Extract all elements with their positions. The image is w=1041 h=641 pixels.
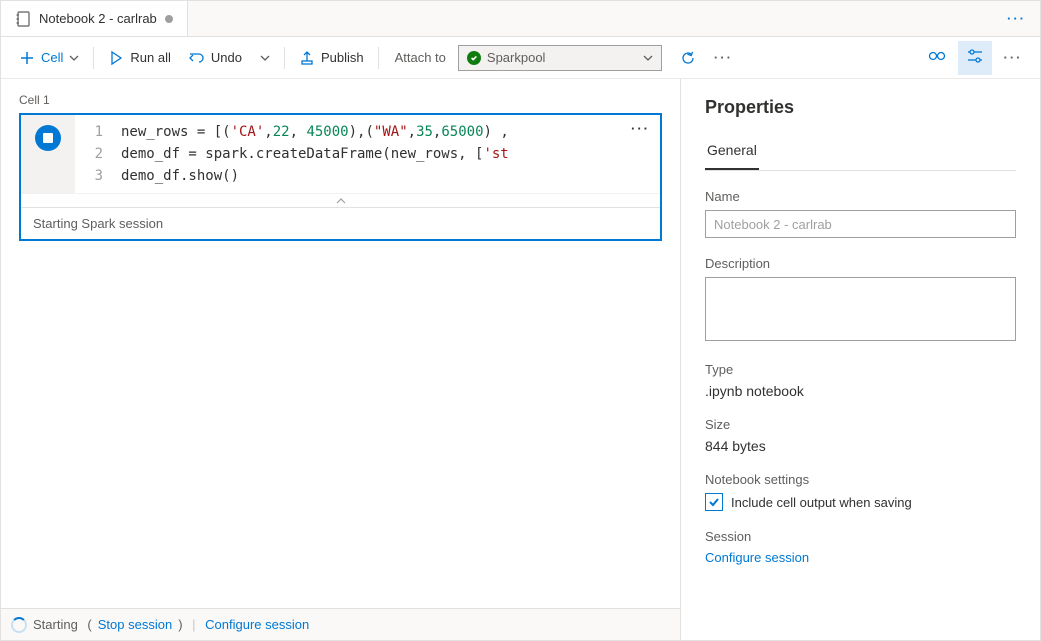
cell-label: Cell 1 xyxy=(19,93,662,107)
properties-configure-session-link[interactable]: Configure session xyxy=(705,550,809,565)
chevron-down-icon xyxy=(643,53,653,63)
sliders-icon xyxy=(965,46,985,69)
cell-status: Starting Spark session xyxy=(21,207,660,239)
attach-to-label: Attach to xyxy=(385,50,456,65)
undo-dropdown[interactable] xyxy=(252,48,278,68)
publish-icon xyxy=(299,50,315,66)
tab-title: Notebook 2 - carlrab xyxy=(39,11,157,26)
variables-button[interactable] xyxy=(920,41,954,75)
code-text[interactable]: demo_df.show() xyxy=(121,165,239,187)
code-cell[interactable]: 1new_rows = [('CA',22, 45000),("WA",35,6… xyxy=(19,113,662,241)
description-input[interactable] xyxy=(705,277,1016,341)
chevron-down-icon xyxy=(260,53,270,63)
properties-panel: Properties General Name Description Type… xyxy=(680,79,1040,640)
status-ok-icon xyxy=(467,51,481,65)
chevron-up-icon xyxy=(336,198,346,204)
refresh-button[interactable] xyxy=(672,45,704,71)
notebook-icon xyxy=(15,11,31,27)
ellipsis-icon: ··· xyxy=(1004,50,1023,65)
line-number: 3 xyxy=(75,165,121,187)
size-value: 844 bytes xyxy=(705,438,1016,454)
code-editor[interactable]: 1new_rows = [('CA',22, 45000),("WA",35,6… xyxy=(75,115,660,193)
notebook-tab[interactable]: Notebook 2 - carlrab xyxy=(1,1,188,36)
stop-cell-button[interactable] xyxy=(35,125,61,151)
undo-button[interactable]: Undo xyxy=(181,45,250,71)
status-bar: Starting (Stop session) | Configure sess… xyxy=(1,608,680,640)
type-label: Type xyxy=(705,362,1016,377)
run-all-label: Run all xyxy=(130,50,170,65)
add-cell-label: Cell xyxy=(41,50,63,65)
notebook-canvas: Cell 1 1new_rows = [('CA',22, 45000),("W… xyxy=(1,79,680,608)
chevron-down-icon xyxy=(69,53,79,63)
code-line[interactable]: 3demo_df.show() xyxy=(75,165,660,187)
stop-session-link[interactable]: Stop session xyxy=(98,617,172,632)
tab-overflow-menu[interactable]: ··· xyxy=(993,11,1040,26)
pool-name: Sparkpool xyxy=(487,50,546,65)
add-cell-button[interactable]: Cell xyxy=(11,45,87,71)
toolbar-overflow-menu[interactable]: ··· xyxy=(706,50,741,65)
properties-tabs: General xyxy=(705,136,1016,171)
tab-bar: Notebook 2 - carlrab ··· xyxy=(1,1,1040,37)
toolbar: Cell Run all Undo Publish Attach to Spar… xyxy=(1,37,1040,79)
refresh-icon xyxy=(680,50,696,66)
session-label: Session xyxy=(705,529,1016,544)
spark-pool-dropdown[interactable]: Sparkpool xyxy=(458,45,662,71)
undo-icon xyxy=(189,50,205,66)
notebook-settings-label: Notebook settings xyxy=(705,472,1016,487)
include-output-label: Include cell output when saving xyxy=(731,495,912,510)
code-line[interactable]: 1new_rows = [('CA',22, 45000),("WA",35,6… xyxy=(75,121,660,143)
cell-more-menu[interactable]: ··· xyxy=(631,121,650,136)
variables-icon xyxy=(927,46,947,69)
collapse-toggle[interactable] xyxy=(21,193,660,207)
session-state: Starting xyxy=(33,617,78,632)
publish-button[interactable]: Publish xyxy=(291,45,372,71)
unsaved-indicator-icon xyxy=(165,15,173,23)
properties-title: Properties xyxy=(705,97,1016,118)
run-all-button[interactable]: Run all xyxy=(100,45,178,71)
play-icon xyxy=(108,50,124,66)
description-label: Description xyxy=(705,256,1016,271)
properties-toggle-button[interactable] xyxy=(958,41,992,75)
size-label: Size xyxy=(705,417,1016,432)
check-icon xyxy=(708,496,720,508)
spinner-icon xyxy=(11,617,27,633)
publish-label: Publish xyxy=(321,50,364,65)
undo-label: Undo xyxy=(211,50,242,65)
line-number: 2 xyxy=(75,143,121,165)
cell-gutter xyxy=(21,115,75,193)
type-value: .ipynb notebook xyxy=(705,383,1016,399)
line-number: 1 xyxy=(75,121,121,143)
include-output-checkbox[interactable] xyxy=(705,493,723,511)
tab-general[interactable]: General xyxy=(705,136,759,170)
name-label: Name xyxy=(705,189,1016,204)
code-text[interactable]: new_rows = [('CA',22, 45000),("WA",35,65… xyxy=(121,121,509,143)
plus-icon xyxy=(19,50,35,66)
code-text[interactable]: demo_df = spark.createDataFrame(new_rows… xyxy=(121,143,509,165)
more-button[interactable]: ··· xyxy=(996,41,1030,75)
name-input[interactable] xyxy=(705,210,1016,238)
configure-session-link[interactable]: Configure session xyxy=(205,617,309,632)
code-line[interactable]: 2demo_df = spark.createDataFrame(new_row… xyxy=(75,143,660,165)
stop-icon xyxy=(43,133,53,143)
